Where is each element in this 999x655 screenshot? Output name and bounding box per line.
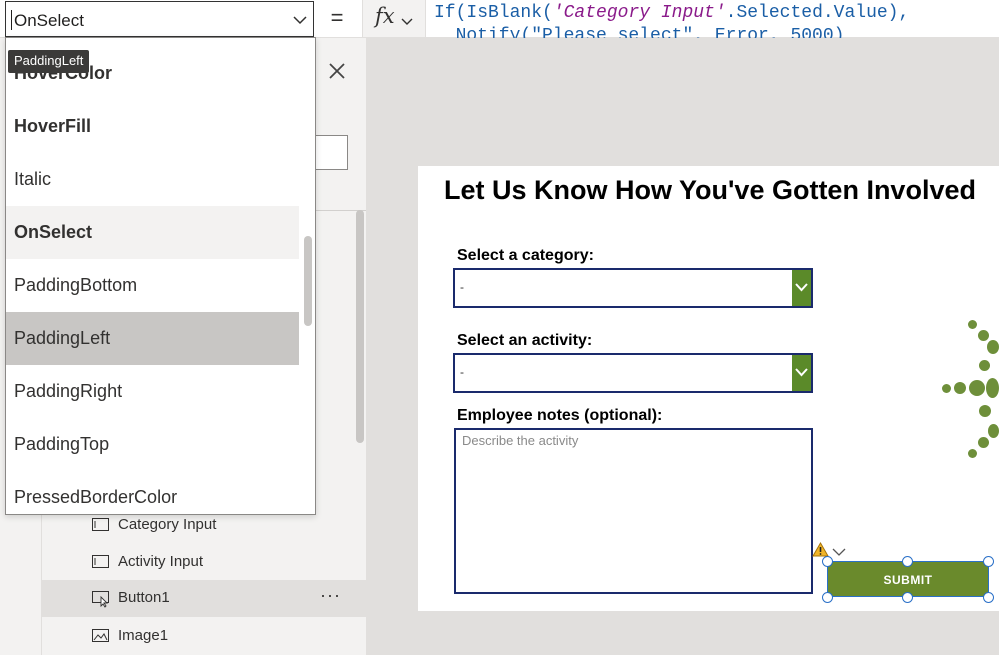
scrollbar[interactable] [304, 236, 312, 326]
chevron-down-icon[interactable] [293, 12, 307, 30]
decor-dot [978, 437, 989, 448]
decor-dot [954, 382, 966, 394]
tree-item-label: Activity Input [118, 553, 204, 570]
property-option[interactable]: PaddingRight [6, 365, 299, 418]
chevron-down-icon [401, 13, 413, 31]
decor-dot [979, 405, 991, 417]
decor-dot [968, 449, 977, 458]
activity-value: - [460, 365, 464, 379]
notes-textarea[interactable]: Describe the activity [454, 428, 813, 594]
activity-label: Select an activity: [457, 332, 593, 349]
category-dropdown[interactable]: - [453, 268, 813, 308]
textinput-icon [92, 518, 109, 531]
property-option-selected[interactable]: OnSelect [6, 206, 299, 259]
notes-label: Employee notes (optional): [457, 407, 663, 424]
more-options-icon[interactable]: ··· [320, 585, 341, 606]
decor-dot [968, 320, 977, 329]
category-value: - [460, 280, 464, 294]
tooltip: PaddingLeft [8, 50, 90, 73]
property-value: OnSelect [14, 11, 84, 30]
property-dropdown-list[interactable]: HoverColor HoverFill Italic OnSelect Pad… [5, 37, 316, 515]
formula-string: 'Category Input' [552, 3, 726, 23]
tree-item-button1[interactable]: Button1 ··· [42, 580, 366, 617]
tree-item-label: Image1 [118, 627, 169, 644]
property-option[interactable]: HoverFill [6, 100, 299, 153]
property-option[interactable]: PaddingTop [6, 418, 299, 471]
resize-handle[interactable] [983, 556, 994, 567]
image-icon [92, 629, 109, 642]
formula-function: If(IsBlank( [434, 3, 553, 23]
chevron-down-icon[interactable] [832, 544, 846, 562]
text-caret [11, 10, 12, 30]
fx-icon: fx [375, 4, 395, 28]
property-option[interactable]: PressedBorderColor [6, 471, 299, 514]
activity-dropdown[interactable]: - [453, 353, 813, 393]
resize-handle[interactable] [983, 592, 994, 603]
property-selector[interactable]: OnSelect [5, 1, 314, 37]
property-option[interactable]: Italic [6, 153, 299, 206]
tree-item-label: Category Input [118, 516, 217, 533]
page-title: Let Us Know How You've Gotten Involved [444, 175, 976, 205]
search-input[interactable] [312, 135, 348, 170]
decor-dot [979, 360, 990, 371]
chevron-down-icon[interactable] [792, 355, 811, 391]
chevron-down-icon[interactable] [792, 270, 811, 306]
property-option-hovered[interactable]: PaddingLeft [6, 312, 299, 365]
decor-dot [978, 330, 989, 341]
tree-item-label: Button1 [118, 589, 170, 606]
tree-item-activity-input[interactable]: Activity Input [42, 544, 366, 581]
resize-handle[interactable] [902, 592, 913, 603]
property-option[interactable]: PaddingBottom [6, 259, 299, 312]
resize-handle[interactable] [902, 556, 913, 567]
fx-button[interactable]: fx [362, 0, 426, 37]
formula-rest: .Selected.Value), [725, 3, 910, 23]
formula-editor[interactable]: If(IsBlank('Category Input'.Selected.Val… [434, 2, 999, 38]
resize-handle[interactable] [822, 556, 833, 567]
resize-handle[interactable] [822, 592, 833, 603]
textinput-icon [92, 555, 109, 568]
scrollbar[interactable] [356, 210, 364, 443]
decor-dot [986, 378, 999, 398]
decor-dot [987, 340, 999, 354]
equals-sign: = [330, 5, 344, 30]
decor-dot [942, 384, 951, 393]
close-icon[interactable] [320, 56, 354, 86]
tree-item-image1[interactable]: Image1 [42, 618, 366, 655]
decor-dot [988, 424, 999, 438]
button-icon [92, 591, 109, 608]
decor-dot [969, 380, 985, 396]
notes-placeholder: Describe the activity [462, 433, 579, 448]
formula-line-2: Notify("Please select", Error, 5000) [434, 26, 845, 38]
category-label: Select a category: [457, 247, 594, 264]
